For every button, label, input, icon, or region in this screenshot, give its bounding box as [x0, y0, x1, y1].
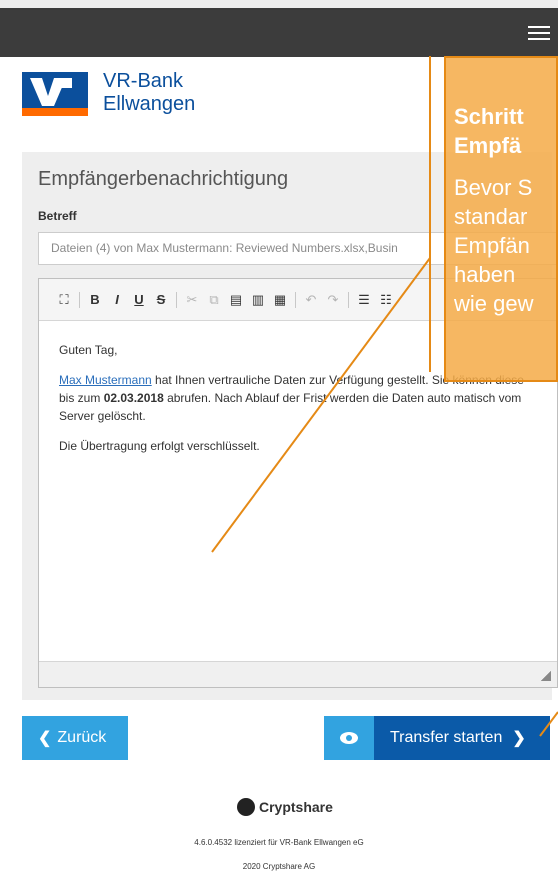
- page: VR-Bank Ellwangen Empfängerbenachrichtig…: [0, 0, 558, 886]
- tutorial-pointer-lines: [211, 56, 558, 737]
